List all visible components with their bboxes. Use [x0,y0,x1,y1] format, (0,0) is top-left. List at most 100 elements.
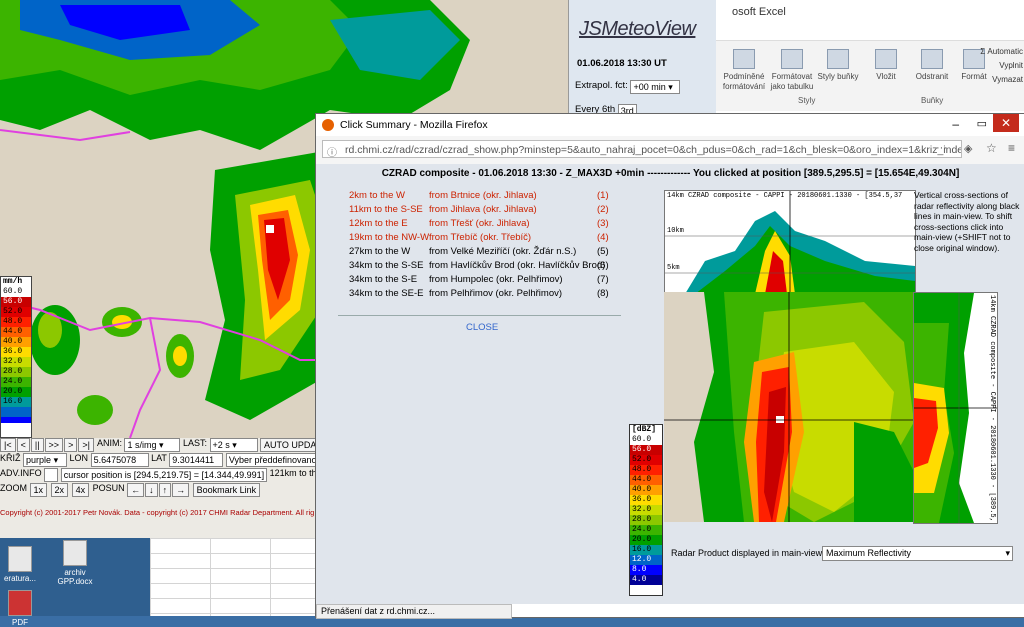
lat-field[interactable]: 9.3014411 [169,453,224,467]
colorbar-level: 36.0 [630,495,662,505]
location-from: from Brtnice (okr. Jihlava) [429,190,537,201]
colorbar-level: 24.0 [1,377,31,387]
colorbar-level [1,407,31,417]
desktop-icon-pdf[interactable]: PDF [0,590,40,627]
location-from: from Jihlava (okr. Jihlava) [429,204,537,215]
bookmark-link-button[interactable]: Bookmark Link [192,483,261,497]
zoom-4x-button[interactable]: 4x [71,483,90,497]
zoom-2x-button[interactable]: 2x [50,483,69,497]
location-from: from Humpolec (okr. Pelhřimov) [429,274,563,285]
firefox-titlebar: Click Summary - Mozilla Firefox – ▭ ✕ [316,114,1024,137]
xsec-height-label: 5km [667,264,680,272]
colorbar-level: 24.0 [630,525,662,535]
delete-icon [921,49,943,69]
last-label: LAST: [182,438,207,448]
delete-button[interactable]: Odstranit [910,49,954,82]
colorbar-level: 40.0 [1,337,31,347]
nav-next-button[interactable]: > [64,438,78,452]
excel-title: osoft Excel [716,0,1024,24]
nav-last-button[interactable]: >| [78,438,94,452]
colorbar-level: 20.0 [630,535,662,545]
anim-select[interactable]: 1 s/img ▾ [124,438,181,452]
document-icon [63,540,87,566]
preset-select[interactable]: Vyber předdefinovanou polo [225,453,320,467]
colorbar-level: 20.0 [1,387,31,397]
divider [338,315,621,316]
pan-up-button[interactable]: ↑ [158,483,172,497]
fill-button[interactable]: Vyplnit [999,61,1023,70]
product-select[interactable]: Maximum Reflectivity ▾ [822,546,1013,561]
location-from: from Havlíčkův Brod (okr. Havlíčkův Brod… [429,260,606,271]
pan-down-button[interactable]: ↓ [145,483,158,497]
advinfo-checkbox[interactable] [44,468,59,482]
dbz-colorbar: [dBZ] 60.0 56.0 52.0 48.0 44.0 40.0 36.0 32.0 28… [629,424,663,596]
colorbar-level: 56.0 [630,445,662,455]
info-icon[interactable]: ⓘ [327,144,337,159]
conditional-format-button[interactable]: Podmíněné formátování [722,49,766,92]
format-as-table-button[interactable]: Formátovat jako tabulku [770,49,814,92]
kriz-row: KŘIŽ purple ▾ LON 5.6475078 LAT 9.301441… [0,453,320,467]
popup-radar-map[interactable] [664,292,914,522]
cells-group-label: Buňky [921,96,944,105]
close-window-icon[interactable]: ✕ [993,114,1019,132]
colorbar-level: 48.0 [630,465,662,475]
location-from: from Pelhřimov (okr. Pelhřimov) [429,288,563,299]
excel-window: osoft Excel Podmíněné formátování Formát… [715,0,1024,120]
colorbar-unit: mm/h [1,277,31,287]
pan-right-button[interactable]: → [172,483,190,497]
location-from: from Třešť (okr. Jihlava) [429,218,530,229]
minimize-icon[interactable]: – [952,117,959,131]
zoom-1x-button[interactable]: 1x [29,483,48,497]
table-icon [781,49,803,69]
location-dist: 19km to the NW-W [349,232,430,243]
auto-update-button[interactable]: AUTO UPDA [260,438,321,452]
pocket-icon[interactable]: ◈ [964,142,972,155]
colorbar-level: 44.0 [1,327,31,337]
product-label: Radar Product displayed in main-view: [671,548,825,558]
location-dist: 34km to the S-SE [349,260,424,271]
xsec-right-title: 14km CZRAD composite - CAPPI - 20180601.… [988,295,996,520]
location-from: from Třebíč (okr. Třebíč) [429,232,532,243]
popup-radar-map-svg[interactable] [664,292,914,522]
desktop-icon-literatura[interactable]: eratura... [0,546,40,583]
extrapol-select[interactable]: +00 min ▾ [630,80,681,94]
autosum-button[interactable]: Σ Automatic [980,47,1023,56]
nav-play-button[interactable]: >> [44,438,64,452]
insert-button[interactable]: Vložit [864,49,908,82]
firefox-window: Click Summary - Mozilla Firefox – ▭ ✕ rd… [315,113,1024,619]
location-dist: 2km to the W [349,190,405,201]
last-select[interactable]: +2 s ▾ [209,438,258,452]
close-link[interactable]: CLOSE [466,322,498,333]
cross-section-note: Vertical cross-sections of radar reflect… [914,190,1020,253]
page-actions-icon[interactable]: ··· [936,142,947,154]
kriz-label: KŘIŽ [0,453,21,463]
nav-first-button[interactable]: |< [0,438,16,452]
nav-pause-button[interactable]: || [30,438,44,452]
styles-group-label: Styly [798,96,816,105]
clear-button[interactable]: Vymazat [992,75,1023,84]
colorbar-level: 52.0 [630,455,662,465]
extrapol-row: Extrapol. fct: +00 min ▾ [575,80,681,94]
desktop-icon-archiv[interactable]: archiv GPP.docx [55,540,95,586]
url-field[interactable]: rd.chmi.cz/rad/czrad/czrad_show.php?mins… [322,140,962,158]
cell-styles-button[interactable]: Styly buňky [816,49,860,82]
nav-prev-button[interactable]: < [16,438,30,452]
folder-icon [8,546,32,572]
maximize-icon[interactable]: ▭ [977,117,987,130]
pan-left-button[interactable]: ← [127,483,145,497]
lon-field[interactable]: 5.6475078 [90,453,149,467]
kriz-select[interactable]: purple ▾ [23,453,68,467]
side-panel: JSMeteoView 01.06.2018 13:30 UT Extrapol… [568,0,716,120]
menu-icon[interactable]: ≡ [1008,141,1015,155]
location-idx: (4) [597,232,609,243]
excel-ribbon: Podmíněné formátování Formátovat jako ta… [716,40,1024,111]
lon-label: LON [69,453,89,463]
url-bar-row: rd.chmi.cz/rad/czrad/czrad_show.php?mins… [316,136,1024,165]
advinfo-label: ADV.INFO [0,468,42,478]
anim-row: |< < || >> > >| ANIM: 1 s/img ▾ LAST: +2 s ▾ … [0,438,321,452]
bookmark-star-icon[interactable]: ☆ [986,141,997,155]
left-colorbar: mm/h 60.0 56.0 52.0 48.0 44.0 40.0 36.0 … [0,276,32,438]
colorbar-level: 28.0 [630,515,662,525]
colorbar-level: 32.0 [1,357,31,367]
xsec-top-title: 14km CZRAD composite - CAPPI - 20180601.… [667,192,903,200]
